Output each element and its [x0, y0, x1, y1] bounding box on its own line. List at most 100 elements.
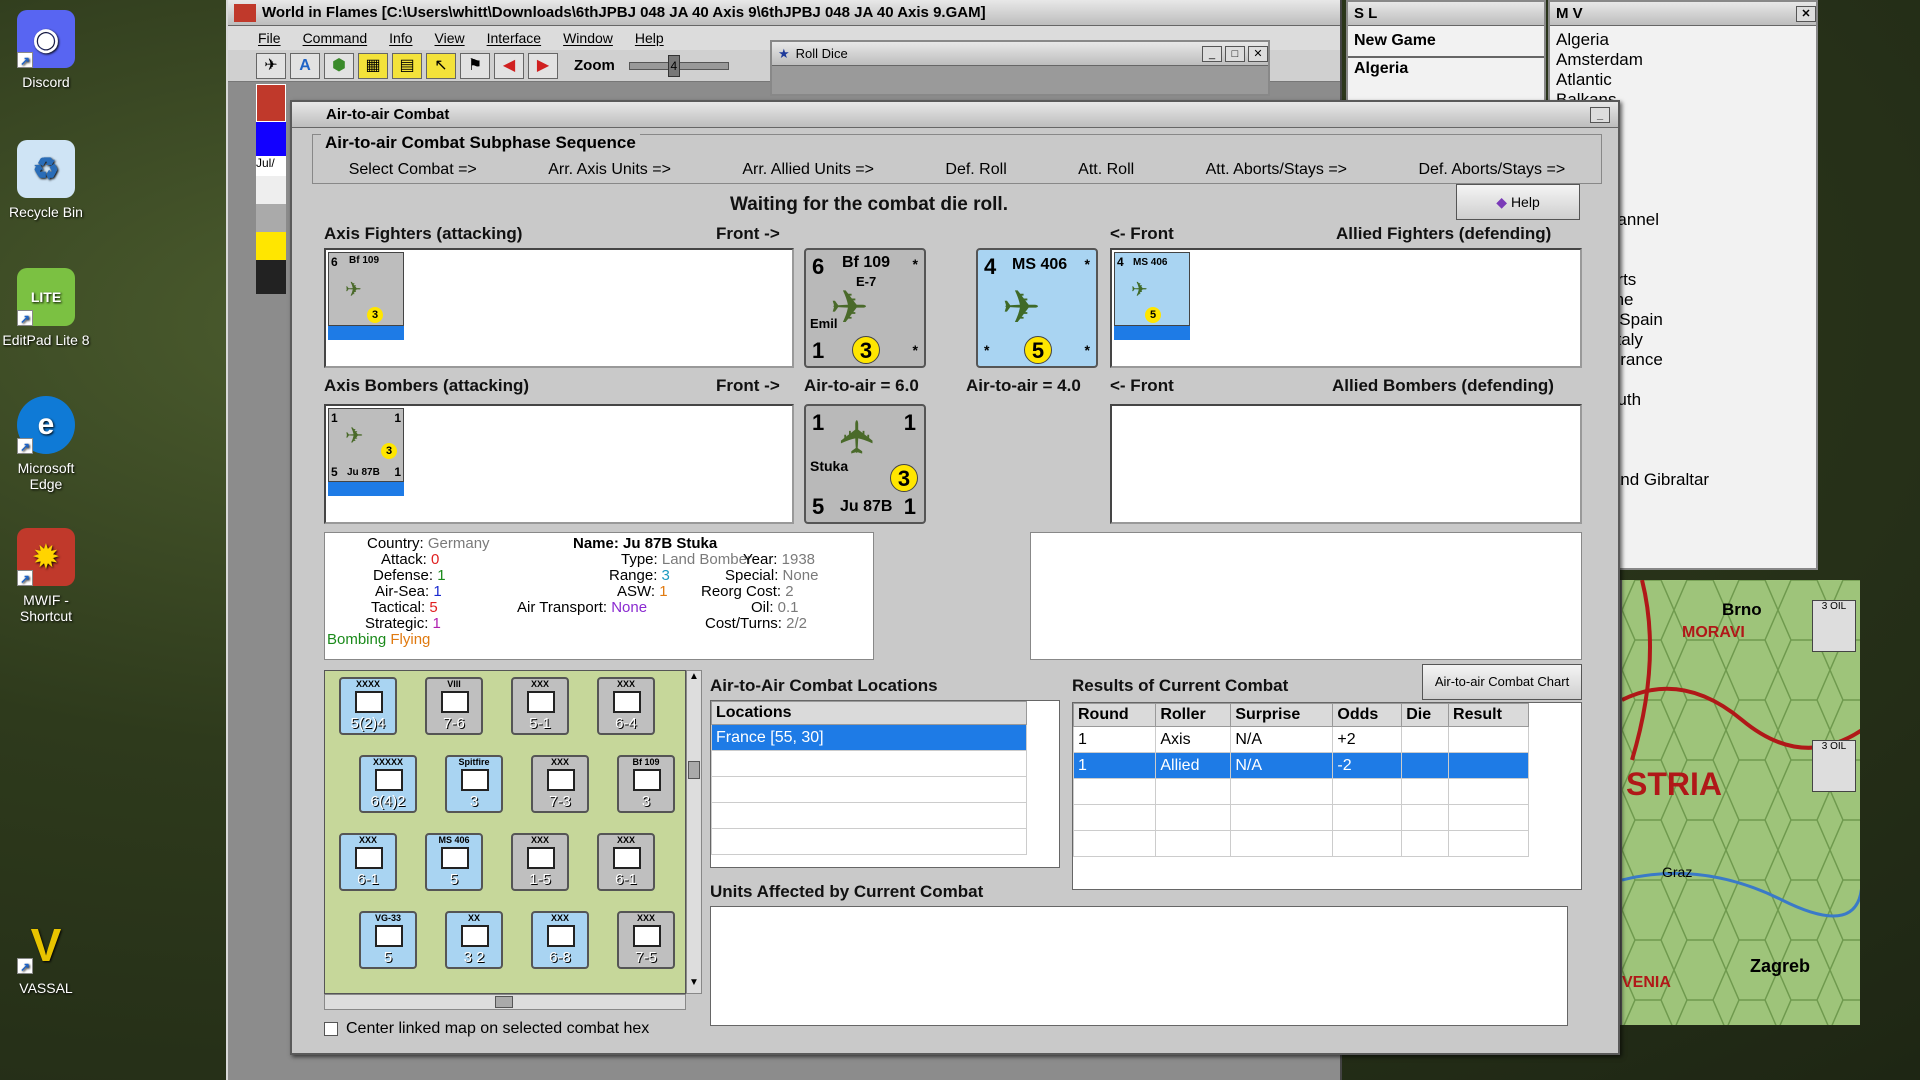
table-row[interactable]	[1072, 778, 1529, 805]
discord-desktop-icon[interactable]: ◉ ↗ Discord	[0, 10, 92, 90]
location-row[interactable]	[711, 750, 1027, 777]
font-tool-icon[interactable]: A	[290, 52, 320, 79]
ms406-counter[interactable]: 4 MS 406 * ✈ 5 * *	[976, 248, 1098, 368]
close-button[interactable]: ✕	[1248, 45, 1268, 62]
info-oil: 0.1	[777, 599, 799, 616]
desktop-icon-label: Microsoft Edge	[17, 460, 75, 492]
vassal-desktop-icon[interactable]: V ↗ VASSAL	[0, 916, 92, 996]
results-header-round: Round	[1072, 703, 1157, 727]
plane-tool-icon[interactable]: ✈	[256, 52, 286, 79]
hex-tool-icon[interactable]: ⬢	[324, 52, 354, 79]
hex-unit-counter[interactable]: XXX 6-8	[531, 911, 589, 969]
hex-unit-counter[interactable]: Spitfire 3	[445, 755, 503, 813]
ms406-mini-counter[interactable]: 4 MS 406 ✈ 5	[1114, 252, 1190, 326]
table-row[interactable]	[1072, 830, 1529, 857]
location-row[interactable]: France [55, 30]	[711, 724, 1027, 751]
hex-unit-counter[interactable]: XXXXX 6(4)2	[359, 755, 417, 813]
scroll-up-icon[interactable]: ▲	[687, 671, 701, 687]
hex-unit-counter[interactable]: MS 406 5	[425, 833, 483, 891]
zoom-slider[interactable]: 4	[628, 54, 729, 77]
axis-bombers-box[interactable]: 1 1 ✈ 3 5 Ju 87B 1	[324, 404, 794, 524]
algeria-partial-item[interactable]: Algeria	[1348, 56, 1544, 80]
step-att-roll: Att. Roll	[1078, 161, 1135, 178]
hex-unit-counter[interactable]: XXX 6-1	[597, 833, 655, 891]
hex-unit-counter[interactable]: VIII 7-6	[425, 677, 483, 735]
center-map-option[interactable]: Center linked map on selected combat hex	[324, 1020, 649, 1038]
edge-desktop-icon[interactable]: e ↗ Microsoft Edge	[0, 396, 92, 492]
zoom-slider-thumb[interactable]: 4	[667, 54, 680, 77]
unit-type-icon	[375, 769, 403, 791]
dialog-title-bar: Air-to-air Combat _	[292, 102, 1618, 128]
allied-fighters-box[interactable]: 4 MS 406 ✈ 5	[1110, 248, 1582, 368]
mv-close-button[interactable]: ✕	[1796, 5, 1816, 22]
color-swatch-yellow	[256, 232, 286, 260]
scroll-down-icon[interactable]: ▼	[687, 977, 701, 993]
counter-strength-label: 6-1	[615, 871, 637, 888]
dialog-minimize-button[interactable]: _	[1590, 106, 1610, 123]
recycle-bin-desktop-icon[interactable]: ♻ Recycle Bin	[0, 140, 92, 220]
hex-unit-counter[interactable]: XXX 6-4	[597, 677, 655, 735]
menu-info[interactable]: Info	[389, 30, 412, 46]
hex-unit-counter[interactable]: XXX 7-3	[531, 755, 589, 813]
center-map-checkbox[interactable]	[324, 1022, 338, 1036]
hex-unit-counter[interactable]: XX 3 2	[445, 911, 503, 969]
info-attack: 0	[431, 551, 440, 568]
hex-unit-counter[interactable]: XXX 7-5	[617, 911, 675, 969]
hex-unit-counter[interactable]: XXX 6-1	[339, 833, 397, 891]
stuka-counter[interactable]: 1 1 ✈ Stuka 3 5 Ju 87B 1	[804, 404, 926, 524]
hex-unit-counter[interactable]: XXXX 5(2)4	[339, 677, 397, 735]
combat-chart-button[interactable]: Air-to-air Combat Chart	[1422, 664, 1582, 700]
pointer-tool-icon[interactable]: ↖	[426, 52, 456, 79]
location-row[interactable]	[711, 776, 1027, 803]
table-row[interactable]	[1072, 804, 1529, 831]
hexmap-vertical-scrollbar[interactable]: ▲ ▼	[686, 670, 702, 994]
counter-strength-label: 5-1	[529, 715, 551, 732]
location-row[interactable]	[711, 802, 1027, 829]
table-row[interactable]: 1 Allied N/A -2	[1072, 752, 1529, 779]
help-button[interactable]: ◆ Help	[1456, 184, 1580, 220]
list-item[interactable]: Amsterdam	[1550, 50, 1816, 70]
allied-info-panel	[1030, 532, 1582, 660]
info-airsea-label: Air-Sea:	[375, 583, 430, 600]
info-defense: 1	[437, 567, 446, 584]
menu-window[interactable]: Window	[563, 30, 613, 46]
back-arrow-icon[interactable]: ◀	[494, 52, 524, 79]
list-item[interactable]: Algeria	[1550, 30, 1816, 50]
hex-unit-counter[interactable]: Bf 109 3	[617, 755, 675, 813]
location-row[interactable]	[711, 828, 1027, 855]
hex-unit-counter[interactable]: XXX 5-1	[511, 677, 569, 735]
layer-tool-icon[interactable]: ▤	[392, 52, 422, 79]
scroll-thumb[interactable]	[688, 761, 700, 779]
hexmap-horizontal-scrollbar[interactable]	[324, 994, 686, 1010]
axis-fighters-box[interactable]: 6 Bf 109 ✈ 3	[324, 248, 794, 368]
new-game-item[interactable]: New Game	[1348, 26, 1544, 56]
menu-help[interactable]: Help	[635, 30, 664, 46]
unit-type-icon	[441, 691, 469, 713]
forward-arrow-icon[interactable]: ▶	[528, 52, 558, 79]
hex-unit-counter[interactable]: VG-33 5	[359, 911, 417, 969]
combat-hex-map[interactable]: XXXX 5(2)4 VIII 7-6 XXX 5-1 XXX 6-4 XXXXX 6(4)2 Sp…	[324, 670, 686, 994]
strategic-map[interactable]: Brno MORAVI 3 OIL 3 OIL STRIA Graz Zagre…	[1620, 580, 1860, 1025]
hex-unit-counter[interactable]: XXX 1-5	[511, 833, 569, 891]
list-item[interactable]: Atlantic	[1550, 70, 1816, 90]
editpad-desktop-icon[interactable]: LITE ↗ EditPad Lite 8	[0, 268, 92, 348]
menu-command[interactable]: Command	[303, 30, 368, 46]
menu-file[interactable]: File	[258, 30, 281, 46]
allied-bombers-box[interactable]	[1110, 404, 1582, 524]
counter-strength-label: 6-4	[615, 715, 637, 732]
scroll-thumb[interactable]	[495, 996, 513, 1008]
locations-header: Locations	[711, 701, 1027, 725]
counter-top-label: XXX	[550, 913, 569, 923]
bf109-counter[interactable]: 6 Bf 109 E-7 * ✈ Emil 1 3 *	[804, 248, 926, 368]
stuka-mini-counter[interactable]: 1 1 ✈ 3 5 Ju 87B 1	[328, 408, 404, 482]
mwif-desktop-icon[interactable]: ✹ ↗ MWIF - Shortcut	[0, 528, 92, 624]
flag-tool-icon[interactable]: ⚑	[460, 52, 490, 79]
grid-tool-icon[interactable]: ▦	[358, 52, 388, 79]
menu-view[interactable]: View	[435, 30, 465, 46]
table-row[interactable]: 1 Axis N/A +2	[1072, 726, 1529, 753]
minimize-button[interactable]: _	[1202, 45, 1222, 62]
unit-type-icon	[527, 847, 555, 869]
maximize-button[interactable]: □	[1225, 45, 1245, 62]
menu-interface[interactable]: Interface	[487, 30, 541, 46]
bf109-mini-counter[interactable]: 6 Bf 109 ✈ 3	[328, 252, 404, 326]
